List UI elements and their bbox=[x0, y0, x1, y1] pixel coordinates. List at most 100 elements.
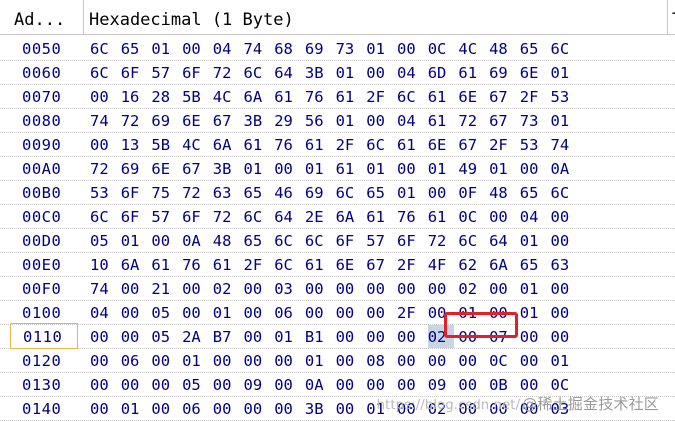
hex-byte[interactable]: 6A bbox=[244, 85, 270, 108]
hex-byte[interactable]: 61 bbox=[428, 109, 454, 132]
hex-byte[interactable]: 01 bbox=[336, 109, 362, 132]
hex-byte[interactable]: 2F bbox=[336, 133, 362, 156]
hex-byte[interactable]: 00 bbox=[213, 349, 239, 372]
hex-byte[interactable]: 00 bbox=[121, 277, 147, 300]
hex-byte[interactable]: 00 bbox=[489, 277, 515, 300]
hex-byte[interactable]: 2F bbox=[397, 253, 423, 276]
hex-byte[interactable]: 6C bbox=[305, 229, 331, 252]
hex-byte[interactable]: 6C bbox=[551, 181, 577, 204]
hex-byte[interactable]: 6C bbox=[244, 205, 270, 228]
address-column-header[interactable]: Ad... bbox=[10, 0, 84, 34]
hex-byte[interactable]: 53 bbox=[90, 181, 116, 204]
hex-byte[interactable]: 61 bbox=[213, 253, 239, 276]
row-address[interactable]: 0130 bbox=[22, 373, 61, 396]
hex-byte[interactable]: 00 bbox=[397, 157, 423, 180]
hex-byte[interactable]: 21 bbox=[151, 277, 177, 300]
hex-byte[interactable]: 00 bbox=[366, 277, 392, 300]
hex-byte[interactable]: 00 bbox=[90, 325, 116, 348]
hex-byte[interactable]: 49 bbox=[458, 157, 484, 180]
hex-byte[interactable]: 61 bbox=[397, 133, 423, 156]
hex-byte[interactable]: 03 bbox=[274, 277, 300, 300]
hex-byte[interactable]: 00 bbox=[90, 373, 116, 396]
hex-byte[interactable]: 53 bbox=[520, 133, 546, 156]
row-address[interactable]: 0050 bbox=[22, 37, 61, 60]
hex-byte[interactable]: 16 bbox=[121, 85, 147, 108]
hex-byte[interactable]: 0C bbox=[458, 205, 484, 228]
hex-byte[interactable]: 62 bbox=[458, 253, 484, 276]
hex-byte[interactable]: 67 bbox=[213, 109, 239, 132]
hex-byte[interactable]: 73 bbox=[520, 109, 546, 132]
hex-byte[interactable]: 00 bbox=[213, 373, 239, 396]
hex-byte[interactable]: 61 bbox=[336, 157, 362, 180]
hex-byte[interactable]: 64 bbox=[489, 229, 515, 252]
hex-byte[interactable]: 61 bbox=[428, 85, 454, 108]
hex-byte[interactable]: 00 bbox=[151, 397, 177, 420]
hex-byte[interactable]: 63 bbox=[551, 253, 577, 276]
hex-byte[interactable]: 01 bbox=[305, 157, 331, 180]
hex-byte[interactable]: 01 bbox=[305, 349, 331, 372]
hex-byte[interactable]: 02 bbox=[458, 277, 484, 300]
hex-byte[interactable]: 69 bbox=[151, 109, 177, 132]
hex-byte[interactable]: 69 bbox=[305, 181, 331, 204]
hex-byte[interactable]: 04 bbox=[213, 37, 239, 60]
row-address[interactable]: 00F0 bbox=[22, 277, 61, 300]
hex-byte[interactable]: 6E bbox=[428, 133, 454, 156]
hex-byte[interactable]: 3B bbox=[244, 109, 270, 132]
hex-byte[interactable]: 00 bbox=[336, 397, 362, 420]
hex-byte[interactable]: 0F bbox=[458, 181, 484, 204]
hex-byte[interactable]: 01 bbox=[551, 61, 577, 84]
hex-byte[interactable]: 04 bbox=[397, 61, 423, 84]
hex-byte[interactable]: 4C bbox=[458, 37, 484, 60]
hex-byte[interactable]: 64 bbox=[274, 61, 300, 84]
hex-byte[interactable]: 29 bbox=[274, 109, 300, 132]
hex-byte[interactable]: 53 bbox=[551, 85, 577, 108]
hex-byte[interactable]: 00 bbox=[274, 157, 300, 180]
hex-byte[interactable]: 00 bbox=[397, 37, 423, 60]
hex-byte[interactable]: 2F bbox=[244, 253, 270, 276]
hex-byte[interactable]: 00 bbox=[428, 277, 454, 300]
hex-byte[interactable]: 00 bbox=[366, 325, 392, 348]
hex-byte[interactable]: 72 bbox=[458, 109, 484, 132]
hex-byte[interactable]: 01 bbox=[366, 37, 392, 60]
hex-byte[interactable]: 00 bbox=[121, 301, 147, 324]
hex-byte[interactable]: 00 bbox=[551, 325, 577, 348]
hex-byte[interactable]: 5B bbox=[182, 85, 208, 108]
row-address[interactable]: 00D0 bbox=[22, 229, 61, 252]
hex-byte[interactable]: 6C bbox=[397, 85, 423, 108]
row-address[interactable]: 0120 bbox=[22, 349, 61, 372]
hex-byte[interactable]: 06 bbox=[182, 397, 208, 420]
hex-byte[interactable]: 10 bbox=[90, 253, 116, 276]
hex-byte[interactable]: B7 bbox=[213, 325, 239, 348]
hex-byte[interactable]: 6C bbox=[336, 181, 362, 204]
hex-byte[interactable]: 00 bbox=[182, 37, 208, 60]
hex-byte[interactable]: 00 bbox=[151, 349, 177, 372]
hex-byte[interactable]: 00 bbox=[520, 157, 546, 180]
hex-byte[interactable]: 69 bbox=[305, 37, 331, 60]
hex-byte[interactable]: 13 bbox=[121, 133, 147, 156]
hex-byte[interactable]: 72 bbox=[428, 229, 454, 252]
hex-byte[interactable]: 04 bbox=[397, 109, 423, 132]
hex-byte[interactable]: 61 bbox=[458, 61, 484, 84]
row-address[interactable]: 00E0 bbox=[22, 253, 61, 276]
row-address[interactable]: 00B0 bbox=[22, 181, 61, 204]
hex-byte[interactable]: 6E bbox=[336, 253, 362, 276]
hex-byte[interactable]: 56 bbox=[305, 109, 331, 132]
hex-byte[interactable]: 00 bbox=[428, 349, 454, 372]
hex-byte[interactable]: 00 bbox=[336, 325, 362, 348]
hex-byte[interactable]: 01 bbox=[366, 157, 392, 180]
hex-byte[interactable]: 00 bbox=[551, 277, 577, 300]
hex-byte[interactable]: 6E bbox=[520, 61, 546, 84]
hex-byte[interactable]: 00 bbox=[305, 277, 331, 300]
hex-byte[interactable]: 08 bbox=[366, 349, 392, 372]
hex-byte[interactable]: 67 bbox=[458, 133, 484, 156]
hex-byte[interactable]: 04 bbox=[520, 205, 546, 228]
hex-byte[interactable]: 01 bbox=[274, 325, 300, 348]
hex-byte[interactable]: 76 bbox=[397, 205, 423, 228]
hex-byte[interactable]: 57 bbox=[151, 61, 177, 84]
row-address[interactable]: 0080 bbox=[22, 109, 61, 132]
hex-byte[interactable]: 6F bbox=[121, 61, 147, 84]
hex-byte[interactable]: 72 bbox=[121, 109, 147, 132]
hex-byte[interactable]: 6F bbox=[182, 61, 208, 84]
hex-byte[interactable]: 0A bbox=[182, 229, 208, 252]
hex-byte[interactable]: 00 bbox=[336, 349, 362, 372]
